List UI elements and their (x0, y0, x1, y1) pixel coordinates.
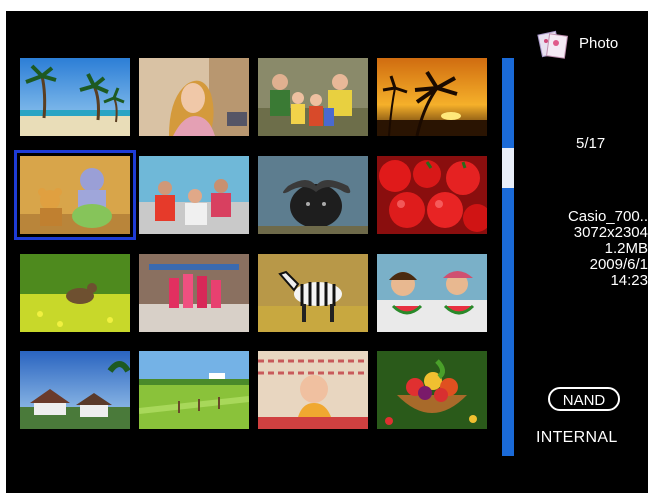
vertical-scrollbar[interactable] (502, 58, 514, 456)
file-date: 2009/6/1 (589, 256, 648, 273)
thumbnail-red-tomatoes[interactable] (377, 156, 487, 234)
photo-counter: 5/17 (576, 135, 606, 152)
thumbnail-zebra[interactable] (258, 254, 368, 332)
file-time: 14:23 (610, 272, 648, 289)
thumbnail-meadow-animal[interactable] (20, 254, 130, 332)
thumbnail-sunset-palm[interactable] (377, 58, 487, 136)
thumbnail-resort-houses[interactable] (20, 351, 130, 429)
thumbnail-plush-toys[interactable] (14, 150, 136, 240)
thumbnail-green-field[interactable] (139, 351, 249, 429)
thumbnail-kids-watermelon[interactable] (377, 254, 487, 332)
thumbnail-market-stall[interactable] (139, 254, 249, 332)
file-name: Casio_700.. (567, 208, 648, 225)
file-size: 1.2MB (604, 240, 648, 257)
nand-storage-badge: NAND (548, 387, 620, 411)
file-info: Casio_700.. 3072x2304 1.2MB 2009/6/1 14:… (538, 209, 648, 289)
photo-browser-screen: Photo 5/17 Casio_700.. 3072x2304 1.2MB 2… (6, 11, 648, 493)
thumbnail-water-buffalo[interactable] (258, 156, 368, 234)
thumbnail-fruit-basket[interactable] (377, 351, 487, 429)
scrollbar-thumb[interactable] (502, 148, 514, 188)
thumbnail-beach-palms[interactable] (20, 58, 130, 136)
thumbnail-baby-portrait[interactable] (258, 351, 368, 429)
photo-mode-icon (536, 27, 570, 61)
mode-label: Photo (579, 35, 619, 52)
thumbnail-family-group[interactable] (258, 58, 368, 136)
file-resolution: 3072x2304 (573, 224, 648, 241)
thumbnail-friends-on-car[interactable] (139, 156, 249, 234)
thumbnail-woman-portrait[interactable] (139, 58, 249, 136)
storage-label: INTERNAL (536, 429, 618, 446)
